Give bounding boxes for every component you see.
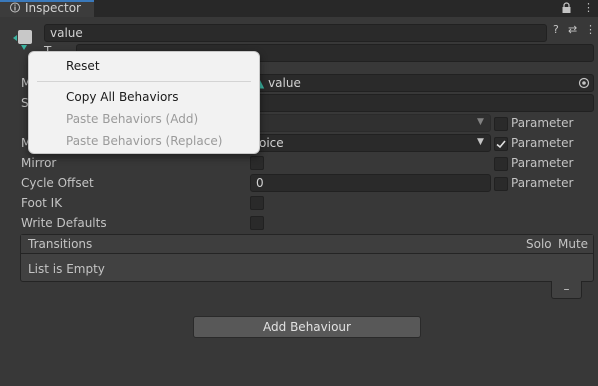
kebab-menu-icon[interactable]: ⋮ (583, 1, 594, 14)
tab-title: Inspector (25, 1, 81, 15)
add-behaviour-button[interactable]: Add Behaviour (193, 316, 421, 338)
multiplier-parameter-checkbox[interactable] (494, 137, 508, 151)
menu-item-reset[interactable]: Reset (66, 59, 100, 73)
transitions-list: Transitions Solo Mute List is Empty (20, 234, 594, 282)
parameter-label: Parameter (511, 116, 574, 130)
speed-parameter-checkbox[interactable] (494, 117, 508, 131)
write-defaults-label: Write Defaults (21, 216, 107, 230)
solo-column-label: Solo (526, 237, 552, 251)
cycle-offset-parameter-checkbox[interactable] (494, 177, 508, 191)
state-object-icon (13, 30, 32, 50)
menu-item-copy-all-behaviors[interactable]: Copy All Behaviors (66, 90, 178, 104)
mirror-checkbox[interactable] (250, 156, 264, 170)
speed-field[interactable] (250, 94, 594, 112)
foot-ik-label: Foot IK (21, 196, 63, 210)
object-picker-icon[interactable] (578, 77, 590, 89)
parameter-label: Parameter (511, 156, 574, 170)
write-defaults-checkbox[interactable] (250, 216, 264, 230)
multiplier-parameter-dropdown[interactable]: oice (250, 134, 491, 152)
mute-column-label: Mute (558, 237, 589, 251)
menu-item-paste-behaviors-replace[interactable]: Paste Behaviors (Replace) (66, 134, 222, 148)
lock-icon[interactable] (561, 2, 572, 14)
cycle-offset-field[interactable]: 0 (250, 174, 491, 192)
dropdown-arrow-icon: ▼ (477, 137, 484, 147)
checkmark-icon (496, 140, 506, 149)
parameter-label: Parameter (511, 176, 574, 190)
transitions-header: Transitions Solo Mute (21, 235, 593, 254)
list-empty-text: List is Empty (28, 262, 105, 276)
help-icon[interactable]: ? (553, 23, 559, 36)
mirror-label: Mirror (21, 156, 57, 170)
cycle-offset-label: Cycle Offset (21, 176, 94, 190)
info-icon (10, 2, 20, 13)
preset-icon[interactable]: ⇄ (568, 23, 577, 36)
foot-ik-checkbox[interactable] (250, 196, 264, 210)
parameter-label: Parameter (511, 136, 574, 150)
menu-item-paste-behaviors-add[interactable]: Paste Behaviors (Add) (66, 112, 198, 126)
context-menu: Reset Copy All Behaviors Paste Behaviors… (28, 51, 260, 154)
speed-parameter-dropdown[interactable] (250, 114, 491, 132)
name-field[interactable]: value (44, 24, 547, 42)
motion-field[interactable]: ▲ value (250, 74, 594, 92)
dropdown-arrow-icon: ▼ (477, 117, 484, 127)
kebab-menu-icon[interactable]: ⋮ (585, 23, 596, 36)
menu-separator (37, 81, 251, 82)
remove-transition-button[interactable]: – (551, 281, 582, 299)
transitions-title: Transitions (28, 237, 93, 251)
mirror-parameter-checkbox[interactable] (494, 157, 508, 171)
